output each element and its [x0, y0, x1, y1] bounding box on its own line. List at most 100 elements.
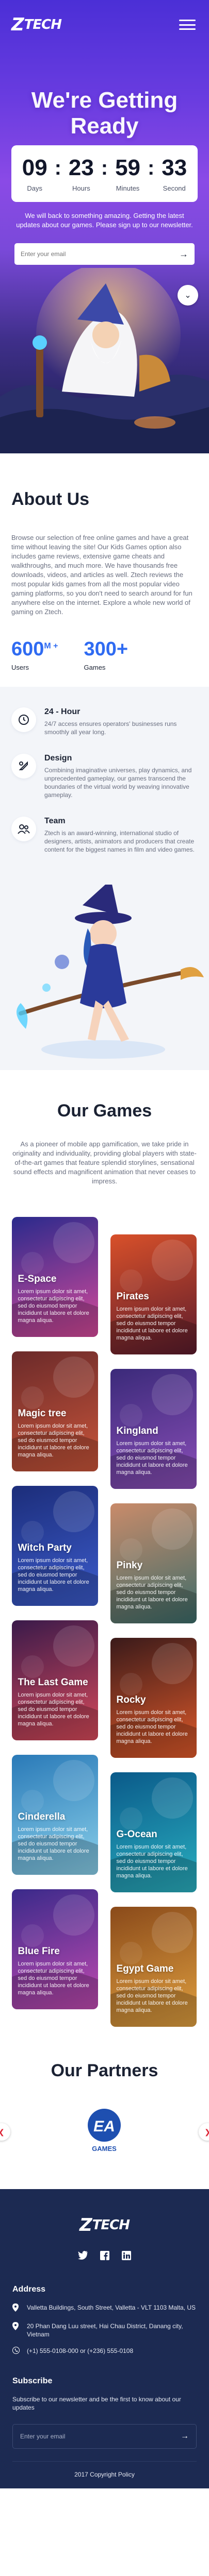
- game-card-title: Kingland: [116, 1426, 158, 1436]
- game-card-title: Egypt Game: [116, 1963, 174, 1974]
- subscribe-text: Subscribe to our newsletter and be the f…: [12, 2396, 181, 2411]
- feature-item: Team Ztech is an award-winning, internat…: [11, 817, 198, 854]
- game-card-desc: Lorem ipsum dolor sit amet, consectetur …: [18, 1557, 89, 1592]
- footer-email-form: →: [12, 2424, 197, 2449]
- game-card[interactable]: Rocky Lorem ipsum dolor sit amet, consect…: [110, 1638, 197, 1758]
- site-logo[interactable]: Z TECH: [11, 14, 62, 35]
- games-title: Our Games: [57, 1101, 152, 1121]
- linkedin-icon[interactable]: [120, 2249, 133, 2262]
- game-card[interactable]: The Last Game Lorem ipsum dolor sit amet,…: [11, 1620, 98, 1740]
- game-card-desc: Lorem ipsum dolor sit amet, consectetur …: [116, 1575, 188, 1610]
- footer-logo[interactable]: Z TECH: [79, 2215, 130, 2235]
- phone-text[interactable]: (+1) 555-0108-000 or (+236) 555-0108: [27, 2347, 133, 2356]
- ea-logo-sub: GAMES: [92, 2145, 117, 2153]
- map-pin-icon: [12, 2322, 21, 2338]
- hamburger-menu-icon[interactable]: [177, 16, 198, 33]
- address-title: Address: [12, 2285, 46, 2294]
- hero-title: We're Getting Ready: [31, 88, 178, 139]
- submit-arrow-icon[interactable]: →: [179, 249, 188, 260]
- feature-item: Design Combining imaginative universes, …: [11, 754, 198, 799]
- submit-arrow-icon[interactable]: →: [181, 2432, 189, 2441]
- map-pin-icon: [12, 2303, 21, 2314]
- game-card-title: Pinky: [116, 1560, 143, 1571]
- logo-text: TECH: [24, 17, 62, 32]
- game-card[interactable]: Pinky Lorem ipsum dolor sit amet, consect…: [110, 1503, 197, 1623]
- social-links: [12, 2249, 197, 2262]
- copyright: 2017 Copyright Policy: [12, 2461, 197, 2478]
- clock-24-icon: [11, 707, 36, 732]
- game-card-desc: Lorem ipsum dolor sit amet, consectetur …: [116, 1306, 188, 1341]
- hero-description: We will back to something amazing. Getti…: [16, 212, 193, 229]
- stats-row: 600M + Users 300+ Games: [11, 638, 198, 671]
- logo-letter: Z: [11, 14, 24, 35]
- game-card-desc: Lorem ipsum dolor sit amet, consectetur …: [18, 1423, 89, 1458]
- game-card-desc: Lorem ipsum dolor sit amet, consectetur …: [18, 1826, 89, 1861]
- address-row: 20 Phan Dang Luu street, Hai Chau Distri…: [12, 2322, 197, 2338]
- game-card-title: The Last Game: [18, 1677, 88, 1688]
- game-card-title: Magic tree: [18, 1408, 67, 1419]
- hero-email-form: →: [14, 243, 195, 265]
- ea-logo-text: EA: [93, 2118, 115, 2135]
- game-card-title: Witch Party: [18, 1543, 72, 1553]
- game-card-desc: Lorem ipsum dolor sit amet, consectetur …: [116, 1844, 188, 1879]
- stat-games: 300+ Games: [84, 638, 128, 671]
- team-icon: [11, 817, 36, 841]
- hero-email-input[interactable]: [21, 250, 179, 258]
- feature-item: 24 - Hour 24/7 access ensures operators'…: [11, 707, 198, 736]
- game-card[interactable]: Cinderella Lorem ipsum dolor sit amet, co…: [11, 1755, 98, 1875]
- game-card-title: Cinderella: [18, 1811, 66, 1822]
- features-section: 24 - Hour 24/7 access ensures operators'…: [0, 687, 209, 885]
- game-card[interactable]: Egypt Game Lorem ipsum dolor sit amet, co…: [110, 1907, 197, 2027]
- design-icon: [11, 754, 36, 778]
- game-card[interactable]: G-Ocean Lorem ipsum dolor sit amet, conse…: [110, 1772, 197, 1892]
- about-paragraph: Browse our selection of free online game…: [11, 534, 192, 616]
- game-card[interactable]: Kingland Lorem ipsum dolor sit amet, cons…: [110, 1369, 197, 1489]
- game-card-desc: Lorem ipsum dolor sit amet, consectetur …: [18, 1692, 89, 1727]
- game-card-desc: Lorem ipsum dolor sit amet, consectetur …: [116, 1978, 188, 2013]
- countdown-separator: :: [101, 156, 108, 179]
- footer-email-input[interactable]: [20, 2433, 181, 2440]
- witch-illustration: [0, 885, 209, 1070]
- countdown-timer: 09 Days : 23 Hours : 59 Minutes : 33 Sec…: [11, 145, 198, 202]
- game-card[interactable]: Pirates Lorem ipsum dolor sit amet, conse…: [110, 1234, 197, 1354]
- scroll-down-chevron-icon[interactable]: ⌄: [178, 285, 198, 306]
- hero-section: Z TECH We're Getting Ready 09 Days : 23 …: [0, 0, 209, 453]
- game-card-desc: Lorem ipsum dolor sit amet, consectetur …: [116, 1709, 188, 1744]
- countdown-days: 09 Days: [22, 155, 47, 192]
- game-card-desc: Lorem ipsum dolor sit amet, consectetur …: [116, 1440, 188, 1476]
- facebook-icon[interactable]: [98, 2249, 111, 2262]
- stat-users: 600M + Users: [11, 638, 58, 671]
- game-card-desc: Lorem ipsum dolor sit amet, consectetur …: [18, 1289, 89, 1324]
- about-section: About Us Browse our selection of free on…: [0, 453, 209, 687]
- games-section: Our Games As a pioneer of mobile app gam…: [0, 1070, 209, 2027]
- game-card[interactable]: Blue Fire Lorem ipsum dolor sit amet, con…: [11, 1889, 98, 2009]
- subscribe-title: Subscribe: [12, 2377, 53, 2385]
- game-card-title: Pirates: [116, 1291, 149, 1302]
- carousel-prev-icon[interactable]: ❮: [0, 2123, 10, 2141]
- top-navigation: Z TECH: [0, 0, 209, 49]
- twitter-icon[interactable]: [76, 2249, 90, 2262]
- footer: Z TECH Address Valletta Buildings, South…: [0, 2189, 209, 2488]
- game-card-title: E-Space: [18, 1274, 57, 1284]
- countdown-seconds: 33 Second: [162, 155, 187, 192]
- game-card-title: Rocky: [116, 1694, 146, 1705]
- partners-title: Our Partners: [51, 2061, 158, 2080]
- about-title: About Us: [11, 489, 90, 509]
- game-card-title: G-Ocean: [116, 1829, 157, 1840]
- game-card[interactable]: E-Space Lorem ipsum dolor sit amet, conse…: [11, 1217, 98, 1337]
- ea-games-logo: EA GAMES: [88, 2109, 121, 2153]
- game-card[interactable]: Witch Party Lorem ipsum dolor sit amet, c…: [11, 1486, 98, 1606]
- countdown-hours: 23 Hours: [68, 155, 94, 192]
- game-card-desc: Lorem ipsum dolor sit amet, consectetur …: [18, 1961, 89, 1996]
- phone-row: (+1) 555-0108-000 or (+236) 555-0108: [12, 2347, 197, 2356]
- game-card[interactable]: Magic tree Lorem ipsum dolor sit amet, co…: [11, 1351, 98, 1471]
- game-grid: E-Space Lorem ipsum dolor sit amet, conse…: [10, 1217, 198, 2027]
- games-lead: As a pioneer of mobile app gamification,…: [12, 1140, 197, 1185]
- partner-carousel: ❮ EA GAMES ❯: [0, 2107, 209, 2158]
- countdown-minutes: 59 Minutes: [115, 155, 141, 192]
- phone-icon: [12, 2347, 21, 2356]
- countdown-separator: :: [147, 156, 155, 179]
- partners-section: Our Partners ❮ EA GAMES ❯: [0, 2020, 209, 2189]
- carousel-next-icon[interactable]: ❯: [199, 2123, 209, 2141]
- address-row: Valletta Buildings, South Street, Vallet…: [12, 2303, 197, 2314]
